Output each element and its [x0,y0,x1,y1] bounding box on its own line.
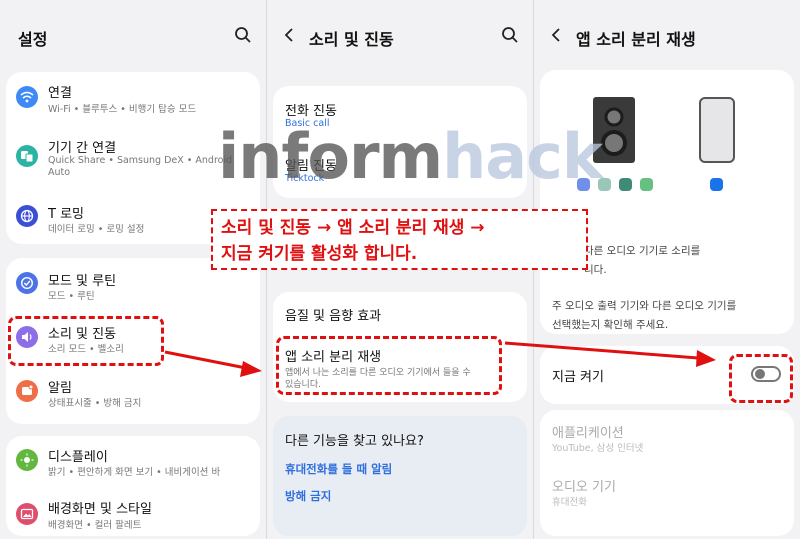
globe-icon [16,205,38,227]
settings-item-notifications[interactable]: 알림 상태표시줄 • 방해 금지 [0,377,266,413]
check-circle-icon [16,272,38,294]
description-line-4: 선택했는지 확인해 주세요. [552,319,669,331]
highlight-separate-app-sound [276,336,502,395]
illustration-card [540,70,794,334]
image-icon [16,503,38,525]
item-title: 알림 [48,381,72,396]
settings-item-wallpaper-style[interactable]: 배경화면 및 스타일 배경화면 • 컬러 팔레트 [0,498,266,534]
item-title: 연결 [48,86,72,101]
search-icon[interactable] [234,26,252,44]
back-arrow-icon[interactable] [281,26,299,44]
item-title: 기기 간 연결 [48,141,117,156]
item-title: 전화 진동 [285,104,337,119]
wifi-icon [16,86,38,108]
item-subtitle: 모드 • 루틴 [48,291,95,302]
devices-icon [16,145,38,167]
settings-header: 설정 [0,0,266,70]
sun-icon [16,449,38,471]
sound-header: 소리 및 진동 [267,0,533,70]
item-title: 오디오 기기 [552,480,616,495]
suggestion-title: 다른 기능을 찾고 있나요? [285,434,424,449]
item-subtitle: 배경화면 • 컬러 팔레트 [48,520,142,531]
link-notify-on-pickup[interactable]: 휴대전화를 들 때 알림 [285,461,392,477]
settings-item-connections[interactable]: 연결 Wi-Fi • 블루투스 • 비행기 탑승 모드 [0,82,266,122]
color-swatch [710,178,723,191]
page-title: 소리 및 진동 [309,30,394,49]
item-subtitle: 데이터 로밍 • 로밍 설정 [48,224,145,235]
application-setting: 애플리케이션 YouTube, 삼성 인터넷 [534,422,800,458]
watermark: informhack [218,120,603,193]
item-title: 음질 및 음향 효과 [285,309,382,324]
settings-item-display[interactable]: 디스플레이 밝기 • 편안하게 화면 보기 • 내비게이션 바 [0,446,266,482]
item-subtitle: Wi-Fi • 블루투스 • 비행기 탑승 모드 [48,104,197,115]
link-do-not-disturb[interactable]: 방해 금지 [285,488,331,504]
item-value: YouTube, 삼성 인터넷 [552,443,644,454]
highlight-sounds-vibration [8,316,164,366]
audio-device-setting: 오디오 기기 휴대전화 [534,476,800,512]
color-swatch [619,178,632,191]
settings-item-modes-routines[interactable]: 모드 및 루틴 모드 • 루틴 [0,270,266,306]
item-subtitle: Quick Share • Samsung DeX • Android [48,155,233,166]
back-arrow-icon[interactable] [548,26,566,44]
instruction-annotation: 소리 및 진동 → 앱 소리 분리 재생 → 지금 켜기를 활성화 합니다. [211,209,588,270]
item-title: 모드 및 루틴 [48,274,117,289]
item-title: 애플리케이션 [552,426,624,441]
page-title: 앱 소리 분리 재생 [576,30,696,49]
separate-header: 앱 소리 분리 재생 [534,0,800,70]
annotation-line-1: 소리 및 진동 → 앱 소리 분리 재생 → [221,218,485,238]
item-title: T 로밍 [48,207,84,222]
item-title: 배경화면 및 스타일 [48,502,152,517]
turn-on-now-label: 지금 켜기 [552,370,604,385]
highlight-turn-on-toggle [729,354,793,403]
description-line-3: 주 오디오 출력 기기와 다른 오디오 기기를 [552,300,737,312]
description-line-1: 다른 오디오 기기로 소리를 [584,245,701,257]
item-title: 디스플레이 [48,450,108,465]
sound-quality-item[interactable]: 음질 및 음향 효과 [267,305,533,325]
annotation-line-2: 지금 켜기를 활성화 합니다. [221,244,418,264]
item-subtitle: 상태표시줄 • 방해 금지 [48,398,142,409]
page-title: 설정 [18,30,48,49]
color-swatch [640,178,653,191]
search-icon[interactable] [501,26,519,44]
item-value: 휴대전화 [552,497,587,508]
item-subtitle: 밝기 • 편안하게 화면 보기 • 내비게이션 바 [48,467,221,478]
phone-device-icon [699,97,735,163]
item-subtitle-2: Auto [48,167,71,178]
notification-icon [16,380,38,402]
